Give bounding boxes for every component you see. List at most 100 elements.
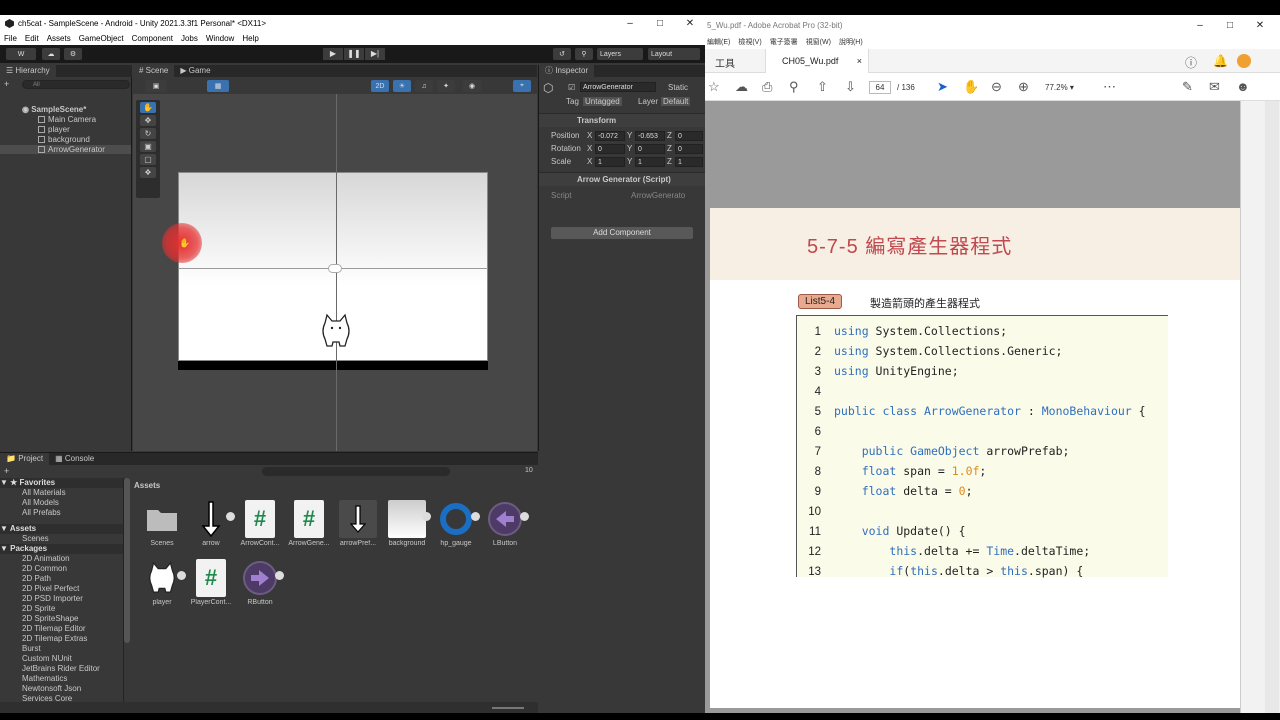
add-asset-icon[interactable]: + — [4, 466, 9, 476]
tree-item[interactable]: 2D Tilemap Editor — [0, 624, 123, 634]
menu-esign[interactable]: 電子簽署 — [770, 37, 798, 49]
tree-item[interactable]: All Models — [0, 498, 123, 508]
star-icon[interactable]: ☆ — [708, 79, 720, 95]
audio-icon[interactable]: ♫ — [415, 80, 433, 92]
collab-icon[interactable]: ⚙ — [64, 48, 82, 60]
add-component-button[interactable]: Add Component — [551, 227, 693, 239]
tree-item[interactable]: Newtonsoft Json — [0, 684, 123, 694]
zoom-search-icon[interactable]: ⚲ — [789, 79, 799, 95]
hierarchy-scene[interactable]: ◉ SampleScene* — [22, 105, 86, 114]
page-number-input[interactable]: 64 — [869, 81, 891, 94]
tree-item[interactable]: 2D Path — [0, 574, 123, 584]
vertical-scrollbar[interactable] — [1265, 101, 1279, 713]
add-icon[interactable]: + — [4, 79, 9, 89]
position-z-field[interactable]: 0 — [675, 131, 703, 141]
tree-item[interactable]: Custom NUnit — [0, 654, 123, 664]
menu-assets[interactable]: Assets — [47, 34, 71, 43]
menu-help[interactable]: Help — [242, 34, 258, 43]
static-label[interactable]: Static — [668, 83, 688, 92]
menu-gameobject[interactable]: GameObject — [79, 34, 124, 43]
asset-playercontroller[interactable]: # PlayerCont... — [183, 559, 239, 615]
asset-player[interactable]: player — [134, 559, 190, 615]
menu-help[interactable]: 說明(H) — [839, 37, 863, 49]
expand-icon[interactable] — [275, 571, 284, 580]
tab-game[interactable]: ▶ Game — [174, 65, 217, 77]
menu-window[interactable]: Window — [206, 34, 234, 43]
tree-item[interactable]: Burst — [0, 644, 123, 654]
rotation-x-field[interactable]: 0 — [595, 144, 625, 154]
rotation-y-field[interactable]: 0 — [635, 144, 665, 154]
tab-inspector[interactable]: ⓘ Inspector — [539, 65, 595, 77]
arrowgenerator-gizmo-icon[interactable] — [328, 264, 342, 273]
transform-tool-icon[interactable]: ❖ — [140, 167, 156, 178]
hierarchy-item-player[interactable]: player — [38, 125, 70, 134]
lighting-icon[interactable]: ☀ — [393, 80, 411, 92]
tab-tools[interactable]: 工具 — [715, 55, 735, 70]
layer-dropdown[interactable]: Default — [661, 97, 691, 106]
zoom-dropdown[interactable]: 77.2% ▾ — [1045, 81, 1085, 94]
hierarchy-item-background[interactable]: background — [38, 135, 90, 144]
account-icon[interactable] — [1237, 54, 1251, 68]
tag-dropdown[interactable]: Untagged — [583, 97, 622, 106]
layers-dropdown[interactable]: Layers — [597, 48, 643, 60]
tree-item[interactable]: 2D Tilemap Extras — [0, 634, 123, 644]
tree-assets[interactable]: ▼ Assets — [0, 524, 123, 534]
pause-button[interactable]: ❚❚ — [344, 48, 364, 60]
tree-item[interactable]: 2D SpriteShape — [0, 614, 123, 624]
next-page-icon[interactable]: ⇩ — [845, 79, 856, 95]
tree-item[interactable]: 2D Common — [0, 564, 123, 574]
cloud-icon[interactable]: ☁ — [42, 48, 60, 60]
tree-item[interactable]: JetBrains Rider Editor — [0, 664, 123, 674]
asset-scenes[interactable]: Scenes — [134, 500, 190, 556]
position-x-field[interactable]: -0.072 — [595, 131, 625, 141]
step-button[interactable]: ▶| — [365, 48, 385, 60]
hand-tool-icon[interactable]: ✋ — [140, 102, 156, 113]
active-checkbox[interactable]: ☑ — [568, 83, 575, 92]
asset-arrow[interactable]: arrow — [183, 500, 239, 556]
tab-scene[interactable]: # Scene — [133, 65, 175, 77]
tab-document[interactable]: CH05_Wu.pdf × — [765, 49, 869, 73]
script-field[interactable]: ArrowGenerato — [631, 191, 685, 200]
asset-lbutton[interactable]: LButton — [477, 500, 533, 556]
help-icon[interactable]: ⓘ — [1185, 54, 1197, 71]
scale-y-field[interactable]: 1 — [635, 157, 665, 167]
rect-tool-icon[interactable]: ▢ — [140, 154, 156, 165]
menu-jobs[interactable]: Jobs — [181, 34, 198, 43]
maximize-button[interactable]: □ — [1215, 17, 1245, 34]
script-component-header[interactable]: Arrow Generator (Script) — [539, 172, 705, 186]
upload-icon[interactable]: ☁ — [735, 79, 748, 95]
history-icon[interactable]: ↺ — [553, 48, 571, 60]
asset-arrowprefab[interactable]: arrowPref... — [330, 500, 386, 556]
gizmos-icon[interactable]: ⌖ — [513, 80, 531, 92]
tree-favorites[interactable]: ▼ ★ Favorites — [0, 478, 123, 488]
tree-item[interactable]: All Materials — [0, 488, 123, 498]
project-tree-scrollbar[interactable] — [124, 478, 130, 643]
menu-file[interactable]: File — [4, 34, 17, 43]
zoom-in-icon[interactable]: ⊕ — [1018, 79, 1029, 95]
tree-item[interactable]: 2D Pixel Perfect — [0, 584, 123, 594]
tab-project[interactable]: 📁 Project — [0, 453, 50, 465]
scene-view[interactable]: # Scene ▶ Game 2D ☀ ♫ ✦ ◉ ⌖ ▣ ▦ ✋ ✥ ↻ ▣ … — [133, 65, 537, 451]
tree-item[interactable]: All Prefabs — [0, 508, 123, 518]
bell-icon[interactable]: 🔔 — [1213, 54, 1228, 68]
scale-x-field[interactable]: 1 — [595, 157, 625, 167]
grid-snap-icon[interactable]: ▦ — [207, 80, 229, 92]
close-button[interactable]: ✕ — [675, 15, 705, 32]
expand-icon[interactable] — [520, 512, 529, 521]
effects-icon[interactable]: ✦ — [437, 80, 455, 92]
minimize-button[interactable]: – — [1185, 17, 1215, 34]
asset-arrowcontroller[interactable]: # ArrowCont... — [232, 500, 288, 556]
tree-item[interactable]: 2D Sprite — [0, 604, 123, 614]
close-button[interactable]: ✕ — [1245, 17, 1275, 34]
minimize-button[interactable]: – — [615, 15, 645, 32]
asset-rbutton[interactable]: RButton — [232, 559, 288, 615]
move-tool-icon[interactable]: ✥ — [140, 115, 156, 126]
tab-hierarchy[interactable]: ☰ Hierarchy — [0, 65, 56, 77]
asset-hp-gauge[interactable]: hp_gauge — [428, 500, 484, 556]
asset-arrowgenerator[interactable]: # ArrowGene... — [281, 500, 337, 556]
menu-edit[interactable]: Edit — [25, 34, 39, 43]
menu-view[interactable]: 檢視(V) — [738, 37, 761, 49]
user-icon[interactable]: ☻ — [1236, 79, 1250, 94]
search-icon[interactable]: ⚲ — [575, 48, 593, 60]
more-icon[interactable]: ⋯ — [1103, 79, 1116, 95]
